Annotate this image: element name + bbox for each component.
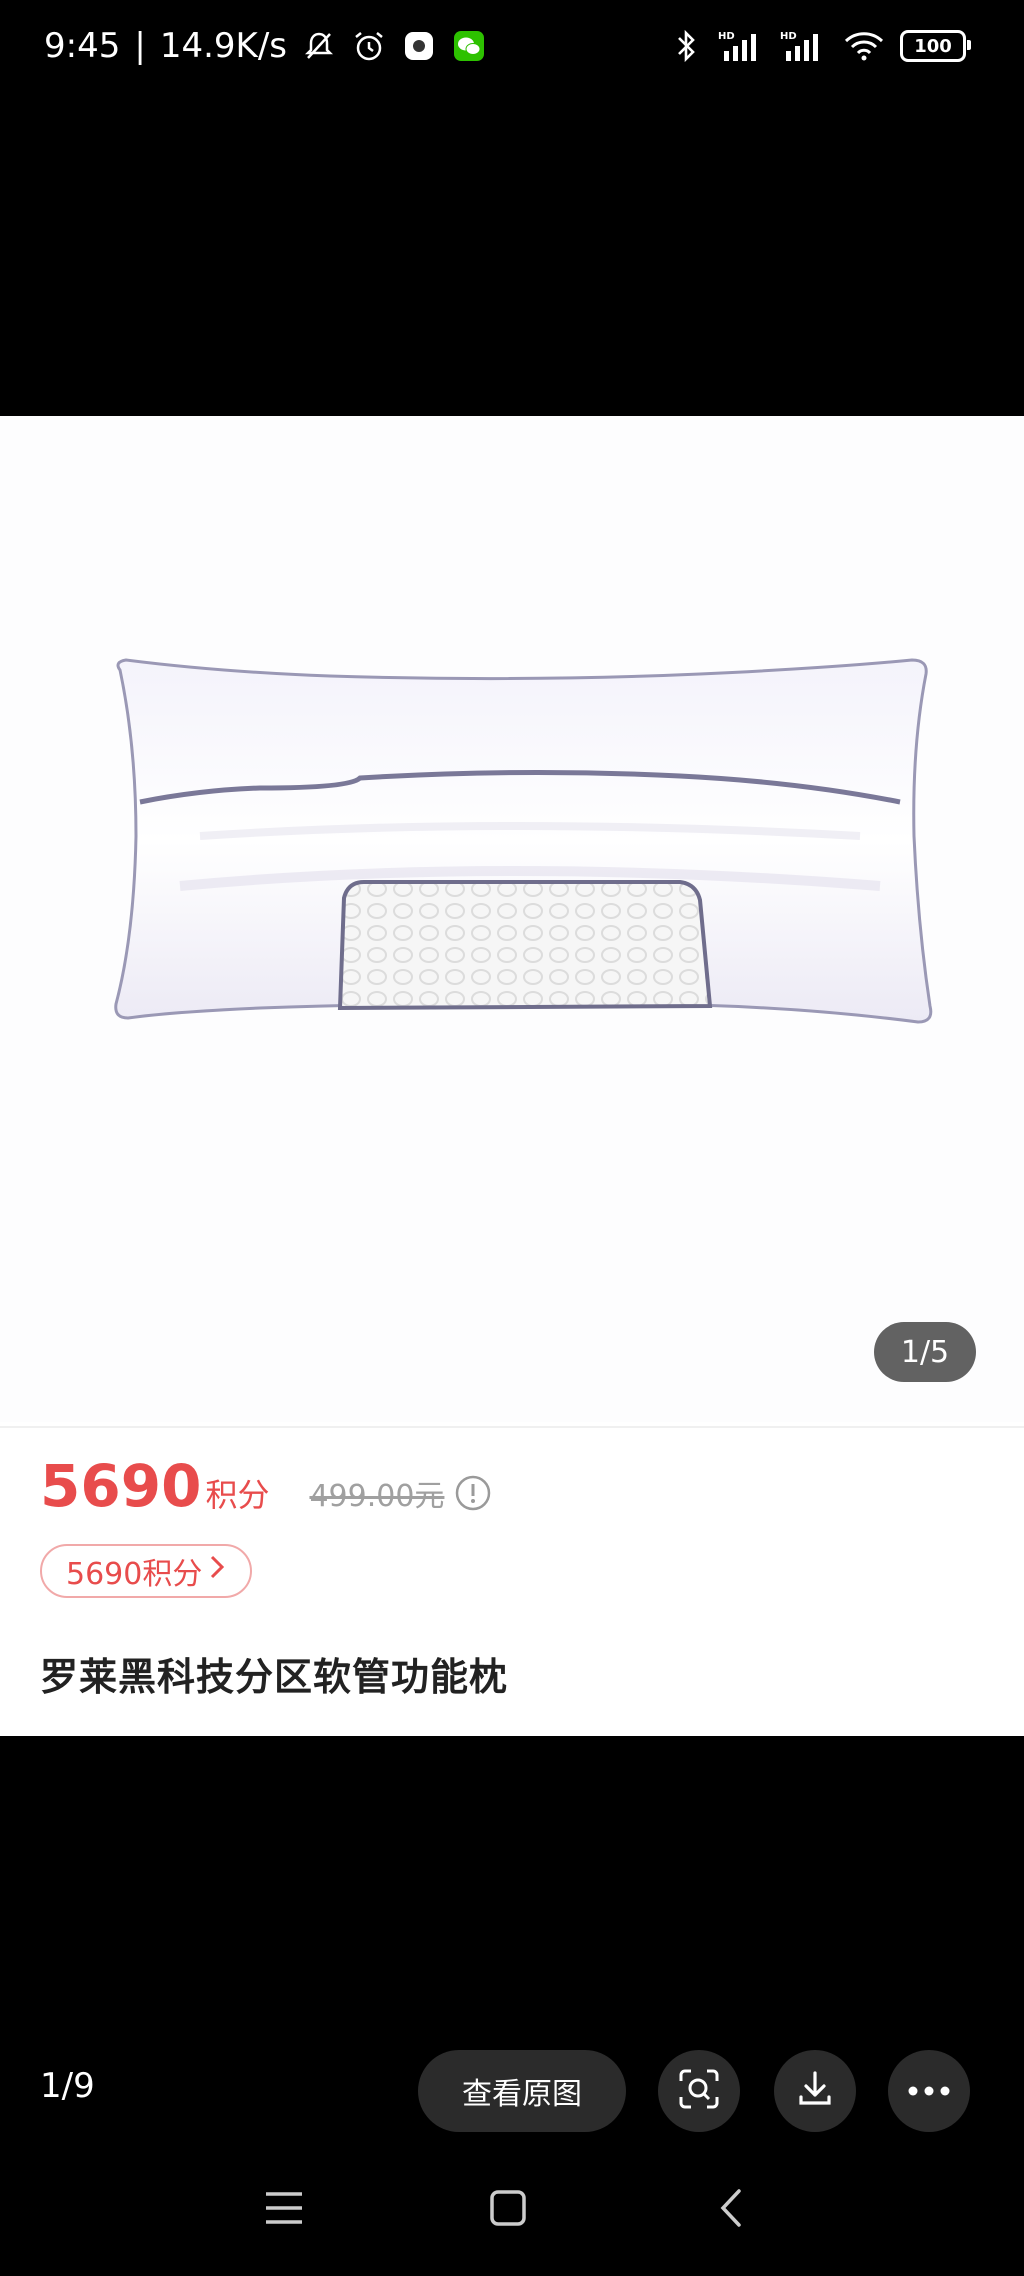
pillow-image[interactable]: 1/5 [0, 416, 1024, 1422]
more-button[interactable] [888, 2050, 970, 2132]
menu-icon [264, 2190, 304, 2230]
nav-back-button[interactable] [700, 2180, 760, 2240]
wifi-icon [842, 28, 886, 64]
signal-hd-icon-2: HD [780, 28, 828, 64]
status-bar: 9:45 | 14.9K/s HD HD 100 [0, 0, 1024, 100]
bell-off-icon [301, 28, 337, 64]
info-icon[interactable] [454, 1474, 492, 1512]
product-title: 罗莱黑科技分区软管功能枕 [40, 1655, 509, 1699]
back-chevron-icon [717, 2187, 743, 2233]
svg-text:HD: HD [780, 31, 797, 42]
price-unit: 积分 [205, 1476, 270, 1514]
more-dots-icon [907, 2082, 951, 2101]
home-square-icon [489, 2189, 527, 2231]
download-icon [795, 2069, 835, 2113]
image-counter: 1/5 [874, 1322, 976, 1382]
product-card: 1/5 5690 积分 499.00元 5690积分 罗莱黑科技分区软管功能枕 [0, 416, 1024, 1736]
status-right: HD HD 100 [668, 28, 971, 64]
status-separator: | [134, 26, 146, 66]
network-speed: 14.9K/s [159, 26, 287, 66]
wechat-icon [451, 28, 487, 64]
scan-search-icon [677, 2067, 721, 2115]
signal-hd-icon: HD [718, 28, 766, 64]
svg-text:HD: HD [718, 31, 735, 42]
download-button[interactable] [774, 2050, 856, 2132]
divider [0, 1426, 1024, 1428]
original-price: 499.00元 [309, 1479, 445, 1514]
chevron-right-icon [208, 1553, 226, 1589]
alarm-icon [351, 28, 387, 64]
viewer-counter: 1/9 [40, 2066, 95, 2106]
view-original-button[interactable]: 查看原图 [418, 2050, 626, 2132]
points-pill[interactable]: 5690积分 [40, 1544, 253, 1598]
bluetooth-icon [668, 28, 704, 64]
scan-button[interactable] [658, 2050, 740, 2132]
price-points: 5690 [40, 1452, 202, 1520]
points-pill-label: 5690积分 [66, 1557, 203, 1592]
battery-icon: 100 [900, 30, 971, 62]
app-icon [401, 28, 437, 64]
status-left: 9:45 | 14.9K/s [44, 26, 487, 66]
status-time: 9:45 [44, 26, 121, 66]
nav-menu-button[interactable] [254, 2180, 314, 2240]
price-row: 5690 积分 499.00元 [40, 1452, 492, 1520]
nav-home-button[interactable] [478, 2180, 538, 2240]
